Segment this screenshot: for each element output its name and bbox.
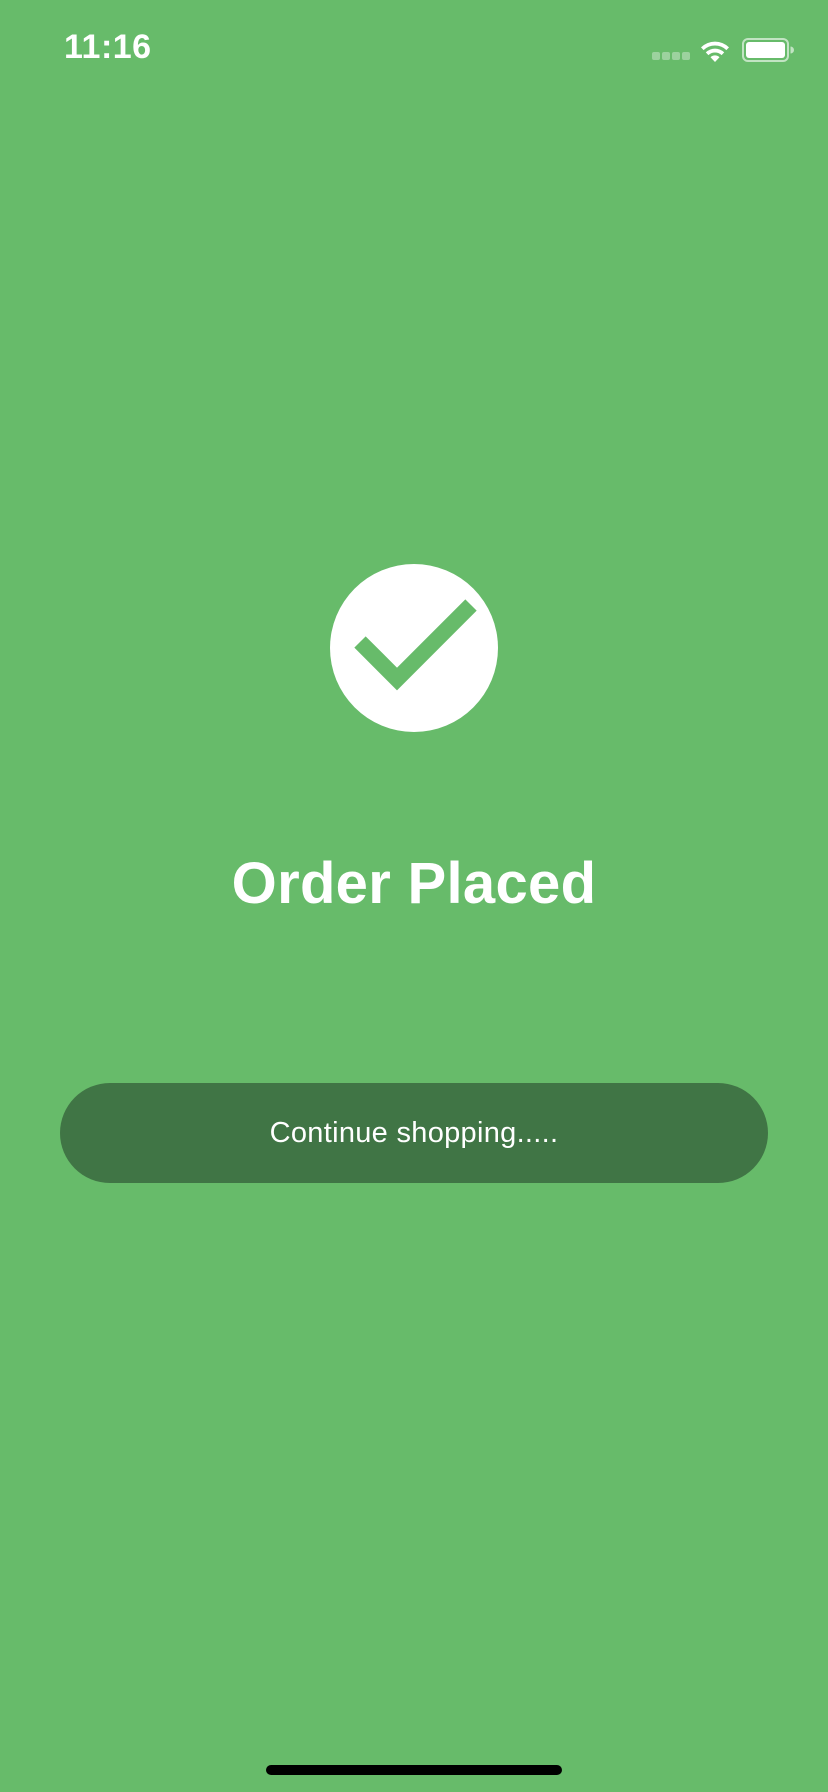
cellular-signal-icon: [652, 52, 692, 62]
order-placed-title: Order Placed: [231, 851, 597, 916]
continue-shopping-button[interactable]: Continue shopping.....: [60, 1083, 768, 1183]
checkmark-circle-icon: [330, 564, 498, 732]
wifi-icon: [701, 41, 729, 62]
battery-icon: [742, 38, 794, 62]
home-indicator[interactable]: [266, 1765, 562, 1775]
status-bar: 11:16: [0, 0, 828, 100]
status-time: 11:16: [64, 28, 152, 66]
continue-shopping-label: Continue shopping.....: [269, 1116, 559, 1149]
order-confirmation-screen: 11:16 Order Placed Continue shopping....…: [0, 0, 828, 1792]
